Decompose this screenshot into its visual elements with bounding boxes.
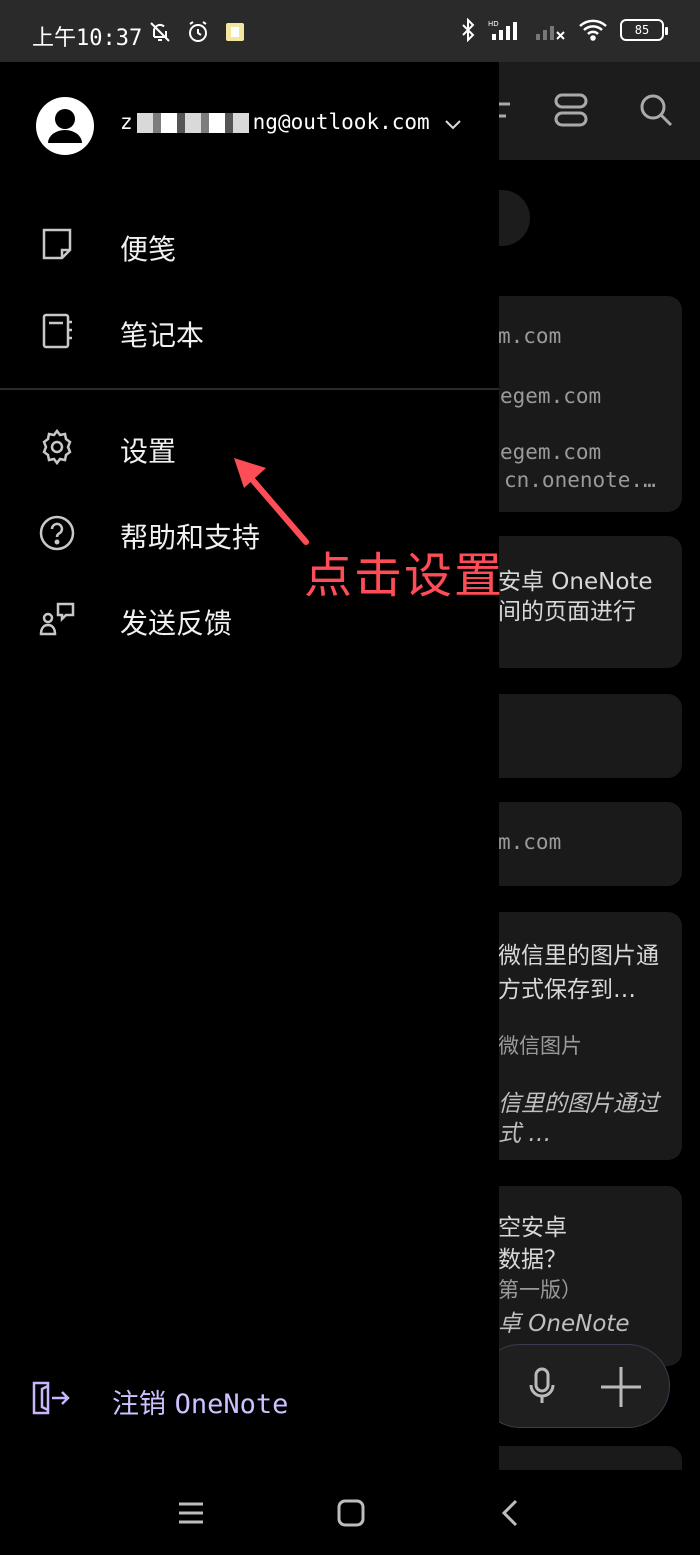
background-card: m.com [470, 802, 682, 886]
navigation-drawer: z ng@outlook.com 便笺 笔记本 设置 帮助和支持 发送反馈 注销 … [0, 62, 499, 1470]
microphone-icon [529, 1367, 555, 1403]
sign-out-label: 注销 OneNote [112, 1382, 288, 1421]
feedback-icon [39, 602, 75, 636]
card-line: 数据？ [498, 1247, 567, 1273]
card-line: m.com [498, 830, 562, 854]
status-time: 上午10:37 [32, 26, 143, 51]
person-icon [48, 109, 82, 143]
card-line: 信里的图片通过 [498, 1091, 659, 1117]
menu-item-label: 便笺 [120, 233, 177, 266]
email-redaction [136, 113, 249, 133]
search-icon [640, 94, 673, 127]
battery-level: 85 [634, 23, 650, 37]
menu-item-notebooks[interactable]: 笔记本 [0, 296, 499, 366]
card-line: m.com [498, 324, 562, 348]
avatar[interactable] [36, 97, 94, 155]
menu-item-label: 设置 [120, 435, 177, 468]
signal-hd-icon: HD [488, 20, 517, 40]
menu-item-sticky-notes[interactable]: 便笺 [0, 210, 499, 280]
svg-text:HD: HD [488, 20, 499, 28]
alarm-icon [189, 21, 207, 42]
status-bar: 上午10:37 HD 85 [0, 0, 700, 62]
sticky-note-icon [42, 228, 72, 260]
drawer-divider [0, 388, 499, 390]
annotation-text: 点击设置 [304, 548, 505, 604]
card-line: 卓 OneNote [498, 1311, 630, 1337]
wifi-icon [579, 19, 607, 41]
card-line: 空安卓 [498, 1215, 567, 1241]
add-icon [601, 1367, 641, 1407]
menu-item-label: 笔记本 [120, 319, 205, 352]
card-line: egem.com [500, 440, 602, 464]
sign-out-button[interactable]: 注销 OneNote [0, 1362, 499, 1432]
chevron-down-icon[interactable] [443, 114, 463, 134]
email-suffix: ng@outlook.com [252, 110, 430, 134]
help-icon [39, 515, 75, 551]
card-line: 微信图片 [498, 1034, 582, 1058]
signal-no-service-icon [536, 26, 565, 40]
back-icon[interactable] [496, 1498, 526, 1528]
background-card: 空安卓 数据？ 第一版） 卓 OneNote [470, 1186, 682, 1366]
background-card: 微信里的图片通 方式保存到… 微信图片 信里的图片通过 式 … [470, 912, 682, 1160]
notification-app-icon [226, 23, 244, 41]
bluetooth-icon [462, 18, 475, 42]
bell-off-icon [150, 22, 170, 42]
card-line: 微信里的图片通 [498, 943, 659, 969]
email-prefix: z [120, 110, 133, 134]
home-icon[interactable] [336, 1498, 366, 1528]
system-navigation-bar [0, 1470, 700, 1555]
card-line: egem.com [500, 384, 602, 408]
card-line: 式 … [498, 1121, 552, 1147]
card-line: 间的页面进行 [498, 599, 636, 625]
sign-out-app-name: OneNote [174, 1389, 289, 1420]
battery-icon: 85 [620, 19, 668, 41]
background-card: m.com egem.com egem.com cn.onenote.… [470, 296, 682, 512]
recent-apps-icon[interactable] [176, 1498, 206, 1528]
gear-icon [42, 428, 72, 466]
layout-icon [554, 93, 588, 127]
sign-out-text: 注销 [112, 1389, 166, 1420]
background-card [470, 694, 682, 778]
menu-item-label: 发送反馈 [120, 607, 233, 640]
notebook-icon [42, 313, 72, 349]
card-line: 方式保存到… [498, 977, 636, 1003]
background-fab [478, 1344, 670, 1428]
card-line: cn.onenote.… [504, 468, 656, 492]
card-line: 第一版） [498, 1278, 582, 1302]
card-line: 安卓 OneNote [498, 569, 653, 595]
sign-out-icon [32, 1381, 70, 1415]
account-email[interactable]: z ng@outlook.com [120, 110, 430, 134]
